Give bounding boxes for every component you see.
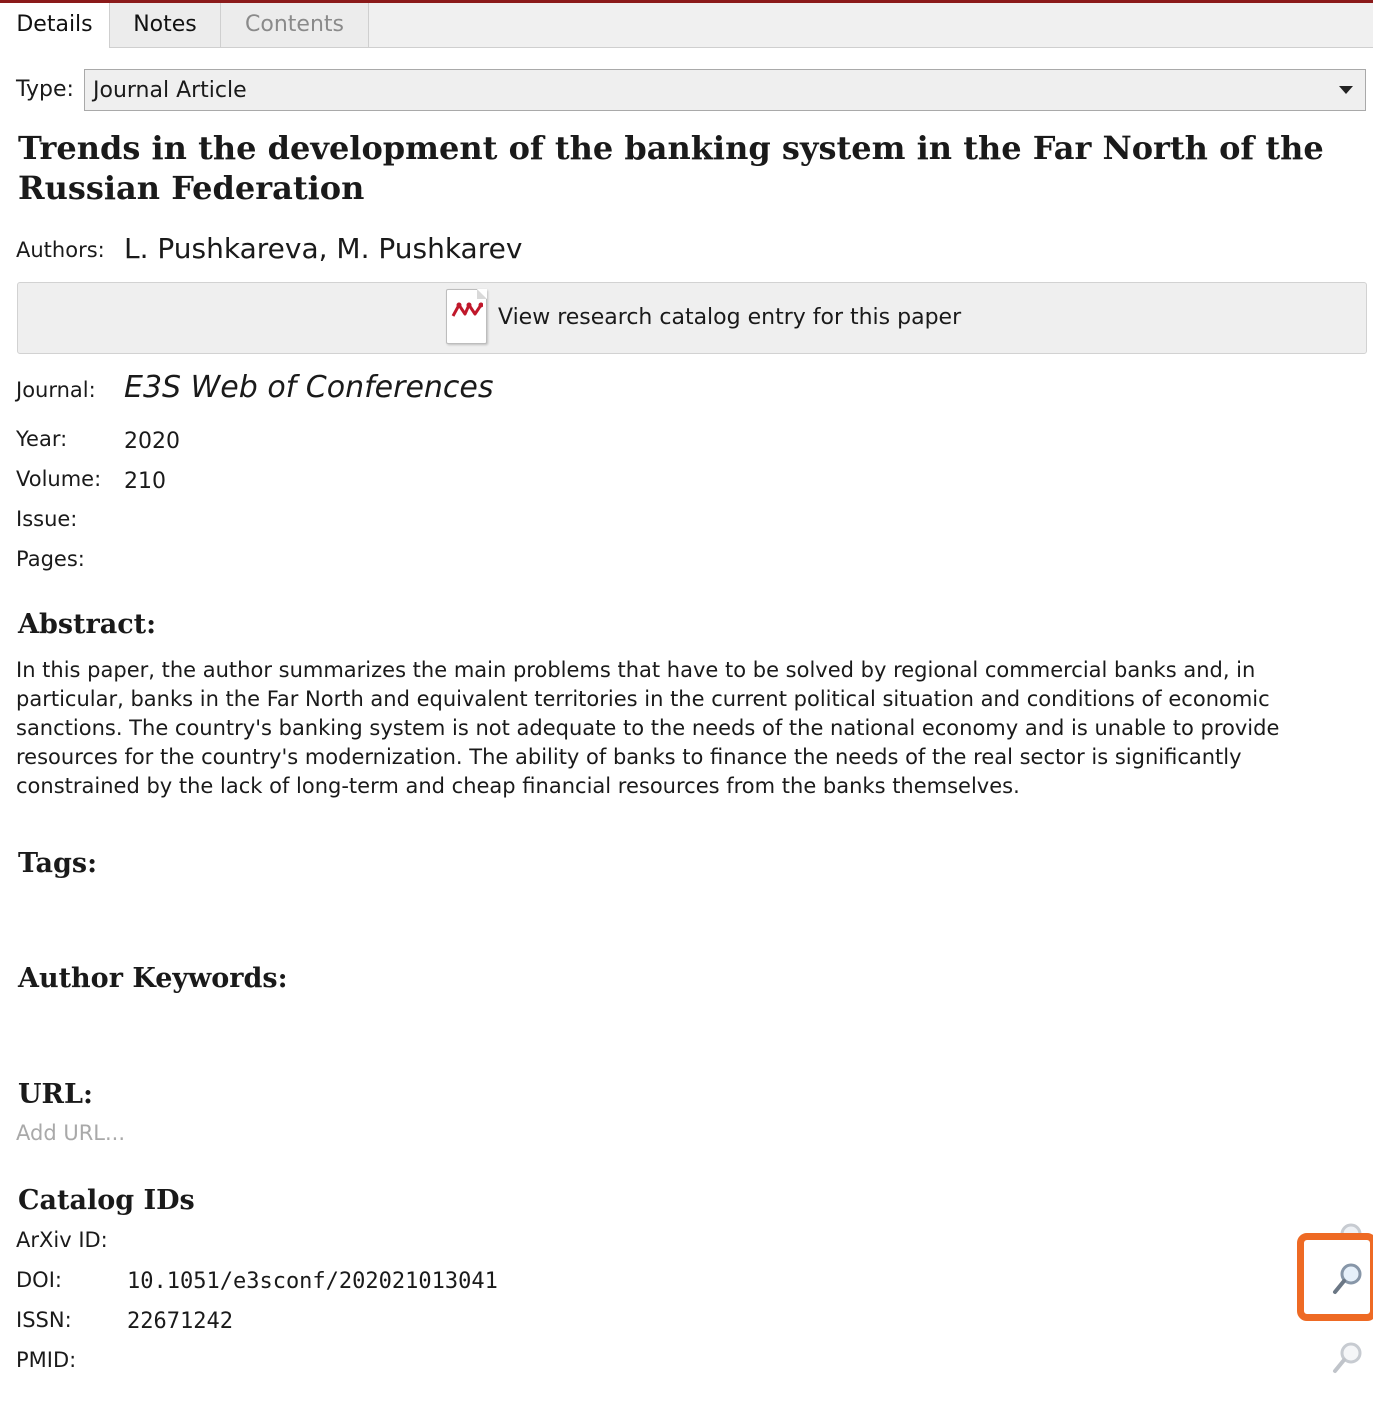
tab-notes[interactable]: Notes bbox=[110, 3, 221, 47]
type-label: Type: bbox=[16, 77, 74, 102]
arxiv-id-label: ArXiv ID: bbox=[16, 1228, 108, 1252]
research-catalog-icon bbox=[446, 289, 487, 344]
abstract-text[interactable]: In this paper, the author summarizes the… bbox=[16, 656, 1316, 801]
doi-label: DOI: bbox=[16, 1268, 62, 1292]
paper-title: Trends in the development of the banking… bbox=[18, 129, 1324, 207]
type-select[interactable]: Journal Article bbox=[84, 69, 1366, 111]
volume-value[interactable]: 210 bbox=[124, 469, 166, 494]
arxiv-lookup-icon[interactable] bbox=[1330, 1212, 1366, 1234]
tab-contents[interactable]: Contents bbox=[221, 3, 369, 47]
issue-label: Issue: bbox=[16, 507, 78, 531]
year-label: Year: bbox=[16, 427, 68, 451]
journal-value[interactable]: E3S Web of Conferences bbox=[124, 370, 494, 405]
abstract-heading: Abstract: bbox=[18, 609, 157, 640]
issn-value[interactable]: 22671242 bbox=[127, 1309, 233, 1334]
year-value[interactable]: 2020 bbox=[124, 429, 180, 454]
url-field[interactable]: Add URL... bbox=[16, 1121, 125, 1145]
chevron-down-icon bbox=[1339, 86, 1353, 94]
authors-label: Authors: bbox=[16, 238, 105, 262]
pages-label: Pages: bbox=[16, 547, 85, 571]
issn-label: ISSN: bbox=[16, 1308, 72, 1332]
volume-label: Volume: bbox=[16, 467, 102, 491]
pmid-label: PMID: bbox=[16, 1348, 77, 1372]
view-catalog-entry-button[interactable]: View research catalog entry for this pap… bbox=[17, 282, 1367, 354]
authors-value[interactable]: L. Pushkareva, M. Pushkarev bbox=[124, 232, 522, 265]
journal-label: Journal: bbox=[16, 378, 96, 402]
doi-value[interactable]: 10.1051/e3sconf/202021013041 bbox=[127, 1269, 498, 1294]
tab-details[interactable]: Details bbox=[0, 3, 110, 48]
catalog-ids-heading: Catalog IDs bbox=[18, 1185, 195, 1216]
tab-bar: Details Notes Contents bbox=[0, 3, 1373, 48]
pmid-lookup-icon[interactable] bbox=[1330, 1340, 1366, 1376]
url-heading: URL: bbox=[18, 1079, 93, 1110]
view-catalog-entry-label: View research catalog entry for this pap… bbox=[498, 305, 962, 330]
doi-lookup-highlight bbox=[1297, 1233, 1373, 1321]
tags-heading: Tags: bbox=[18, 848, 98, 879]
type-select-value: Journal Article bbox=[93, 78, 247, 103]
author-keywords-heading: Author Keywords: bbox=[18, 963, 288, 994]
